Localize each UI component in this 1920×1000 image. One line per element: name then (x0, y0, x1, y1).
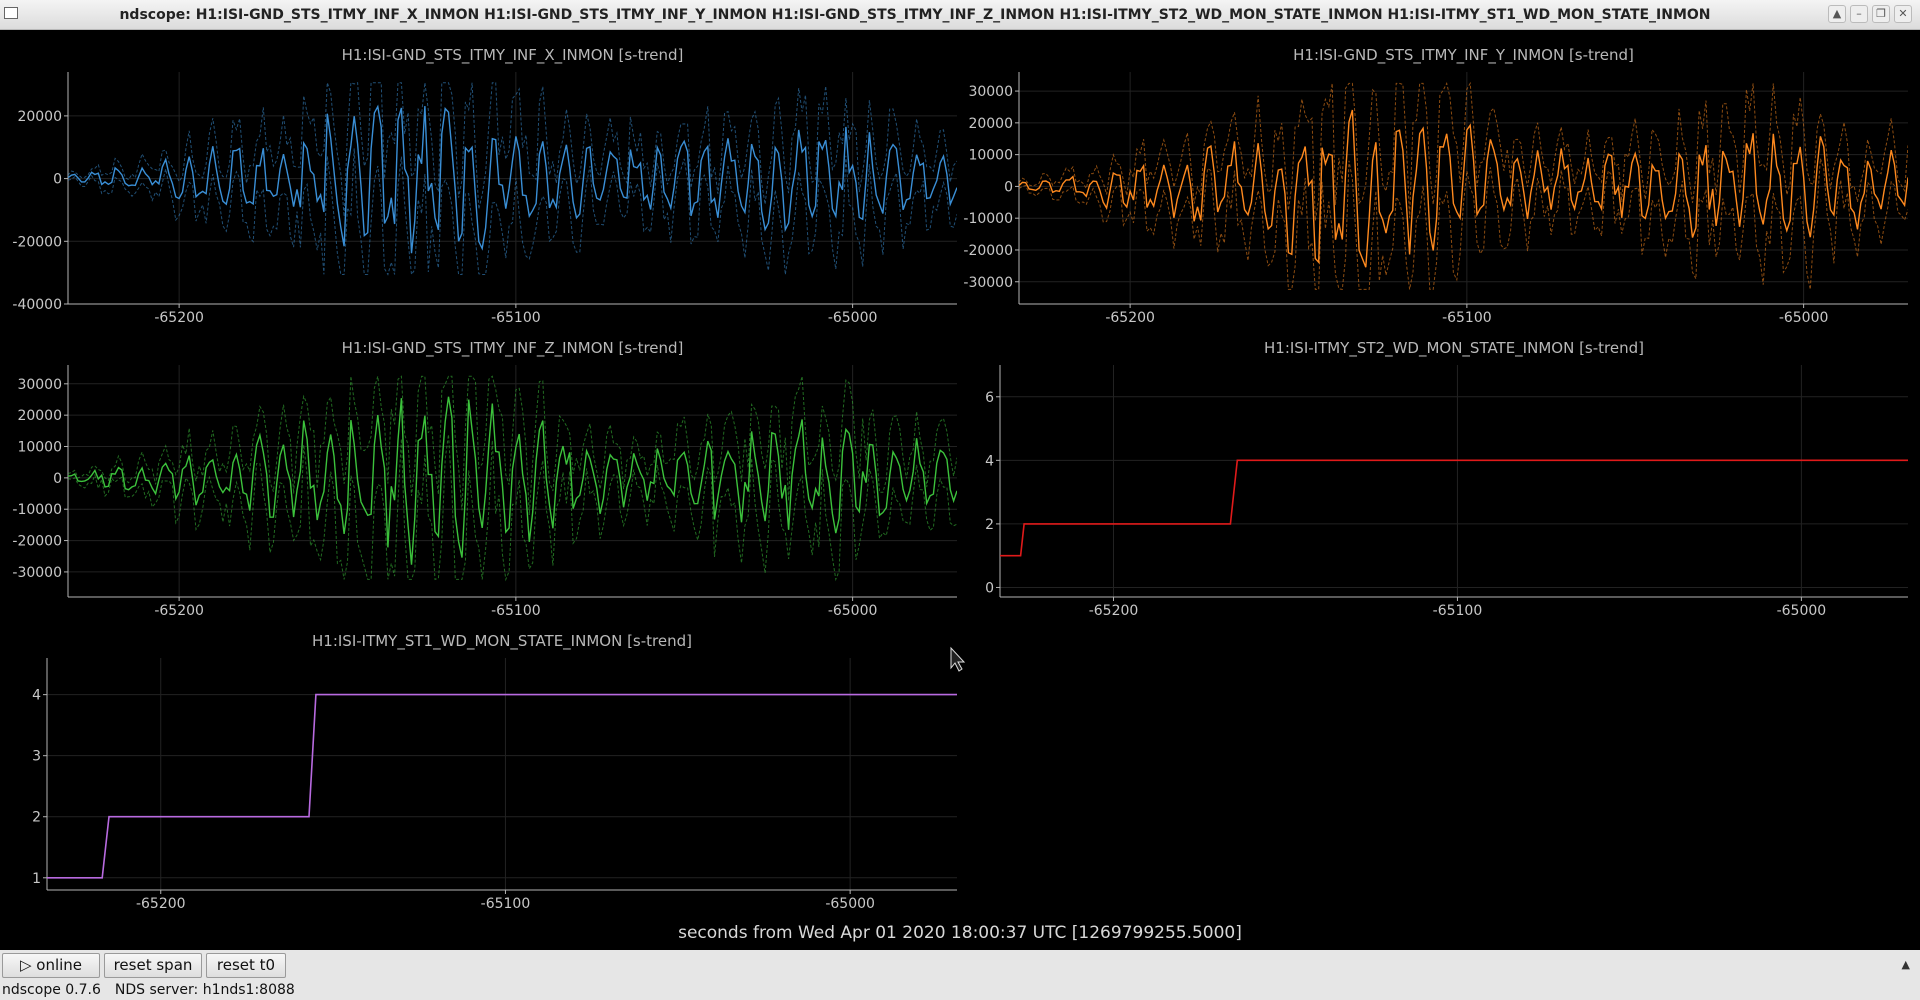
close-icon[interactable]: ✕ (1894, 5, 1912, 23)
x-tick-label: -65100 (1442, 310, 1492, 326)
series-min-line (68, 434, 957, 582)
chart-panel-4: H1:ISI-ITMY_ST2_WD_MON_STATE_INMON [s-tr… (985, 339, 1908, 619)
x-tick-label: -65100 (491, 310, 541, 326)
y-tick-label: 4 (985, 453, 994, 469)
chart-panel-3: H1:ISI-GND_STS_ITMY_INF_Z_INMON [s-trend… (12, 339, 957, 619)
y-tick-label: -30000 (12, 565, 62, 581)
reset-span-button[interactable]: reset span (104, 953, 202, 978)
chart-title: H1:ISI-ITMY_ST1_WD_MON_STATE_INMON [s-tr… (312, 632, 692, 651)
y-tick-label: 6 (985, 390, 994, 406)
chart-title: H1:ISI-GND_STS_ITMY_INF_Z_INMON [s-trend… (342, 339, 684, 358)
y-tick-label: 1 (32, 871, 41, 887)
maximize-icon[interactable]: ❐ (1872, 5, 1890, 23)
series-line (47, 693, 957, 879)
y-tick-label: 2 (32, 810, 41, 826)
x-tick-label: -65000 (828, 310, 878, 326)
x-tick-label: -65200 (1089, 603, 1139, 619)
series-group (1000, 459, 1908, 557)
series-min-line (68, 148, 957, 276)
x-tick-label: -65100 (481, 896, 531, 912)
x-tick-label: -65200 (1105, 310, 1155, 326)
y-tick-label: 20000 (17, 109, 62, 125)
chart-title: H1:ISI-GND_STS_ITMY_INF_Y_INMON [s-trend… (1293, 46, 1634, 65)
y-tick-label: 0 (985, 580, 994, 596)
minimize-icon[interactable]: – (1850, 5, 1868, 23)
y-tick-label: -40000 (12, 297, 62, 313)
y-tick-label: 4 (32, 688, 41, 704)
collapse-icon[interactable]: ▲ (1902, 958, 1910, 971)
y-tick-label: 20000 (968, 116, 1013, 132)
status-bar: ndscope 0.7.6 NDS server: h1nds1:8088 (0, 980, 1920, 1000)
chart-title: H1:ISI-ITMY_ST2_WD_MON_STATE_INMON [s-tr… (1264, 339, 1644, 358)
y-tick-label: 10000 (968, 148, 1013, 164)
series-mean-line (68, 104, 957, 254)
y-tick-label: 0 (1004, 179, 1013, 195)
window-title: ndscope: H1:ISI-GND_STS_ITMY_INF_X_INMON… (119, 7, 1711, 23)
y-tick-label: 20000 (17, 408, 62, 424)
plot-area[interactable]: seconds from Wed Apr 01 2020 18:00:37 UT… (0, 30, 1920, 950)
y-tick-label: -30000 (963, 275, 1013, 291)
series-group (47, 693, 957, 879)
y-tick-label: -10000 (963, 211, 1013, 227)
x-tick-label: -65000 (828, 603, 878, 619)
y-tick-label: 10000 (17, 440, 62, 456)
y-tick-label: 0 (53, 172, 62, 188)
series-line (1000, 459, 1908, 557)
y-tick-label: -20000 (12, 534, 62, 550)
x-tick-label: -65000 (825, 896, 875, 912)
mouse-cursor-icon (950, 646, 966, 672)
chart-panel-5: H1:ISI-ITMY_ST1_WD_MON_STATE_INMON [s-tr… (32, 632, 957, 912)
chart-title: H1:ISI-GND_STS_ITMY_INF_X_INMON [s-trend… (342, 46, 684, 65)
version-label: ndscope 0.7.6 (2, 982, 101, 998)
series-mean-line (1019, 109, 1908, 268)
x-tick-label: -65200 (154, 603, 204, 619)
window-titlebar: ndscope: H1:ISI-GND_STS_ITMY_INF_X_INMON… (0, 0, 1920, 30)
x-axis-label: seconds from Wed Apr 01 2020 18:00:37 UT… (678, 923, 1242, 943)
series-max-line (68, 81, 957, 217)
online-button[interactable]: ▷ online (2, 953, 100, 978)
y-tick-label: 2 (985, 517, 994, 533)
x-tick-label: -65100 (491, 603, 541, 619)
y-tick-label: -20000 (963, 243, 1013, 259)
y-tick-label: 30000 (968, 84, 1013, 100)
x-tick-label: -65000 (1777, 603, 1827, 619)
y-tick-label: -10000 (12, 502, 62, 518)
y-tick-label: 30000 (17, 377, 62, 393)
window-controls: ▲ – ❐ ✕ (1828, 5, 1912, 23)
chart-panel-2: H1:ISI-GND_STS_ITMY_INF_Y_INMON [s-trend… (963, 46, 1908, 326)
chart-panel-1: H1:ISI-GND_STS_ITMY_INF_X_INMON [s-trend… (12, 46, 957, 326)
reset-t0-button[interactable]: reset t0 (206, 953, 286, 978)
x-tick-label: -65200 (136, 896, 186, 912)
x-tick-label: -65100 (1433, 603, 1483, 619)
y-tick-label: 3 (32, 749, 41, 765)
y-tick-label: 0 (53, 471, 62, 487)
y-tick-label: -20000 (12, 234, 62, 250)
x-tick-label: -65200 (154, 310, 204, 326)
x-tick-label: -65000 (1779, 310, 1829, 326)
nds-server-label: NDS server: h1nds1:8088 (114, 982, 295, 998)
restore-up-icon[interactable]: ▲ (1828, 5, 1846, 23)
control-bar: ▷ online reset span reset t0 ▲ (0, 950, 1920, 980)
